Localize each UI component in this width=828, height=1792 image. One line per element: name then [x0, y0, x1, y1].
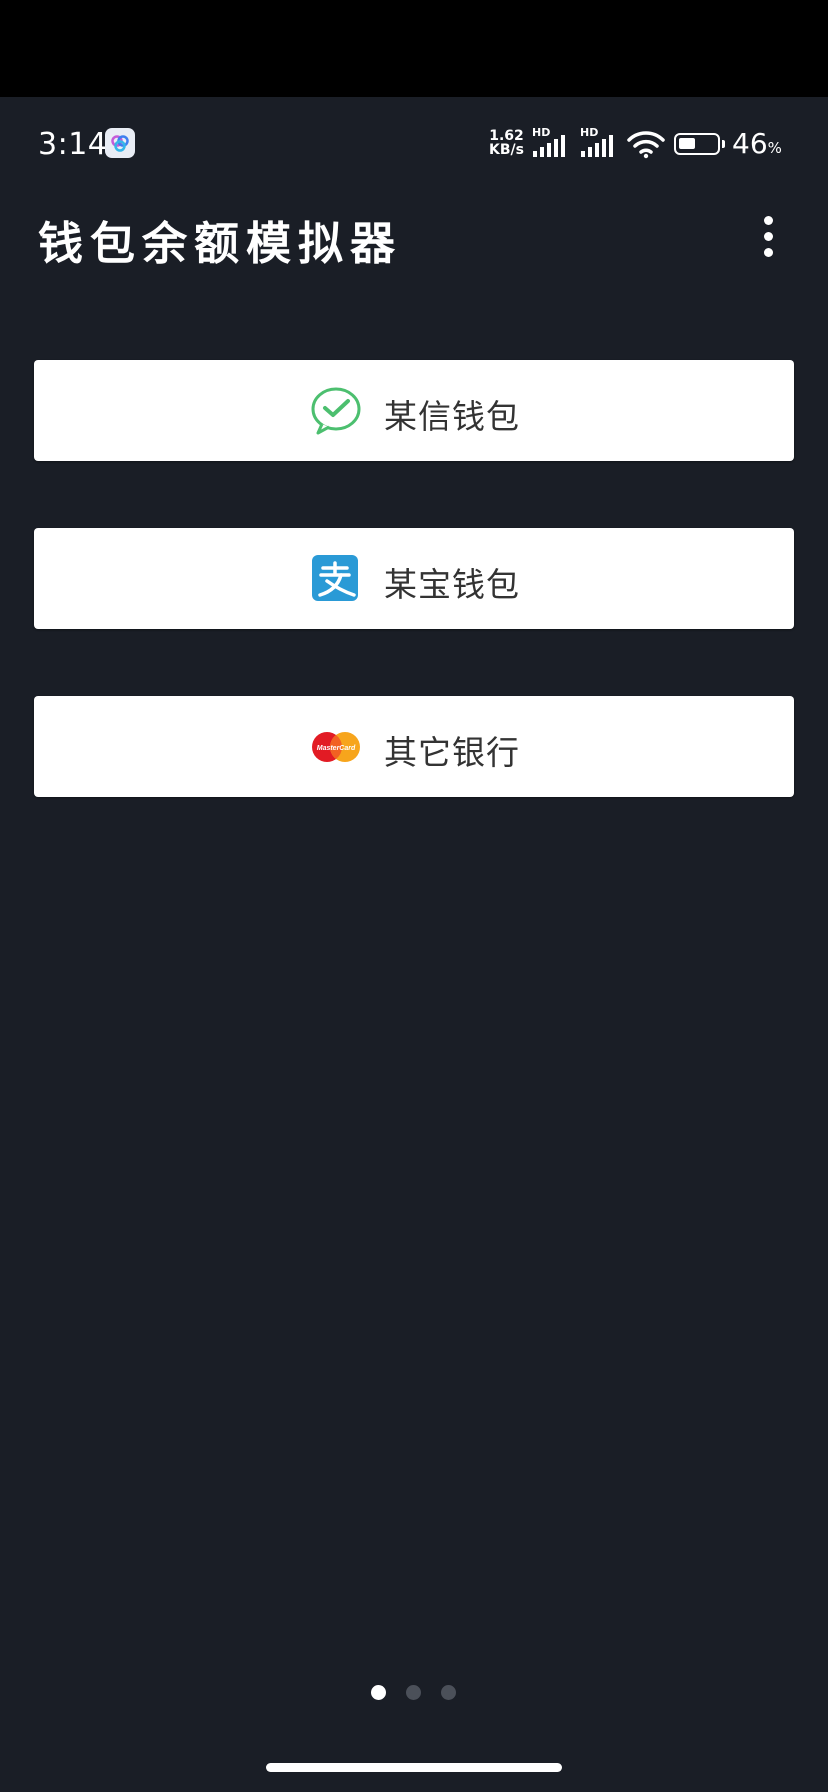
more-vert-icon-dot: [764, 232, 773, 241]
battery-percent: 46%: [732, 127, 782, 160]
page-title: 钱包余额模拟器: [38, 217, 403, 270]
battery-icon: [674, 133, 720, 155]
battery-percent-sign: %: [767, 139, 782, 157]
more-vert-icon-dot: [764, 248, 773, 257]
battery-percent-value: 46: [732, 127, 768, 160]
alipay-icon: [312, 555, 358, 601]
status-bar: 3:14 1.62 KB/s HD HD 46%: [0, 97, 828, 189]
page-dot-1[interactable]: [371, 1685, 386, 1700]
battery-tip: [722, 140, 725, 148]
page-indicator: [0, 1683, 828, 1703]
notification-app-icon: [105, 128, 135, 158]
wechat-icon: [311, 387, 361, 435]
status-time: 3:14: [38, 127, 108, 162]
top-black-bar: [0, 0, 828, 97]
other-banks-label: 其它银行: [384, 733, 520, 772]
wechat-wallet-label: 某信钱包: [384, 397, 520, 436]
page-dot-2[interactable]: [406, 1685, 421, 1700]
wifi-icon: [627, 131, 665, 159]
network-speed-unit: KB/s: [489, 142, 524, 158]
home-indicator[interactable]: [266, 1763, 562, 1772]
mastercard-icon: MasterCard: [312, 732, 360, 762]
other-banks-button[interactable]: MasterCard 其它银行: [34, 696, 794, 797]
app-bar: 钱包余额模拟器: [0, 189, 828, 285]
alipay-wallet-button[interactable]: 某宝钱包: [34, 528, 794, 629]
battery-level-fill: [679, 138, 695, 149]
wechat-wallet-button[interactable]: 某信钱包: [34, 360, 794, 461]
svg-text:MasterCard: MasterCard: [317, 745, 356, 752]
network-speed-value: 1.62: [489, 128, 524, 144]
more-options-button[interactable]: [748, 213, 788, 263]
page-dot-3[interactable]: [441, 1685, 456, 1700]
network-speed: 1.62 KB/s: [489, 129, 524, 157]
alipay-wallet-label: 某宝钱包: [384, 565, 520, 604]
more-vert-icon: [764, 216, 773, 225]
